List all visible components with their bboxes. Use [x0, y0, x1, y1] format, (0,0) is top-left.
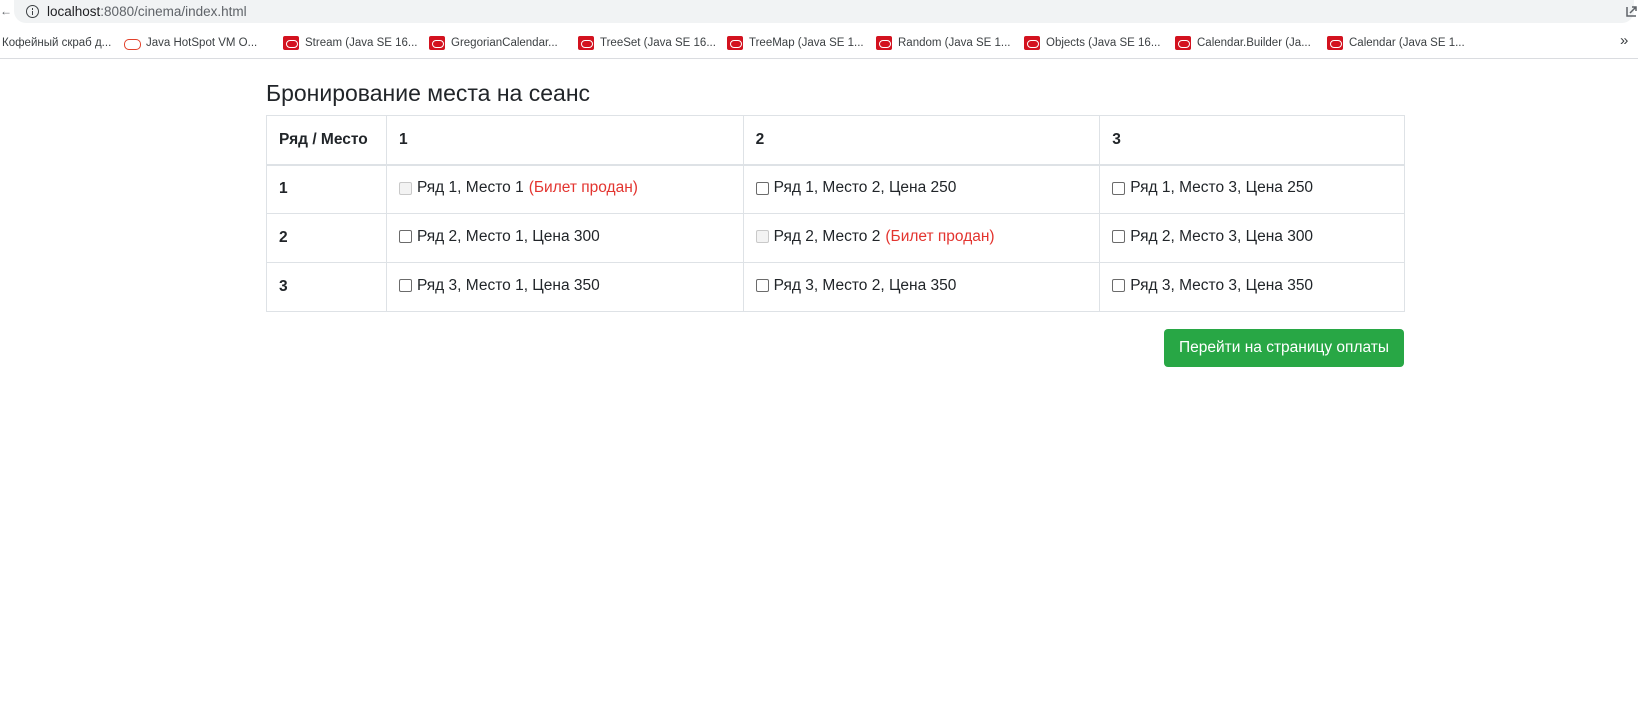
bookmark-item[interactable]: Calendar.Builder (Ja... — [1175, 34, 1311, 52]
bookmark-label: TreeMap (Java SE 1... — [749, 37, 864, 49]
seat-cell: Ряд 1, Место 2, Цена 250 — [742, 164, 1101, 214]
oracle-icon — [283, 36, 299, 50]
oracle-icon — [876, 36, 892, 50]
bookmark-item[interactable]: GregorianCalendar... — [429, 34, 558, 52]
sold-out-label: (Билет продан) — [885, 227, 995, 245]
row-number: 1 — [266, 164, 387, 214]
oracle-icon — [1175, 36, 1191, 50]
seat-table: Ряд / Место 1 2 3 1 Ряд 1, Место 1 (Билет … — [266, 115, 1405, 312]
oracle-ring-icon — [124, 36, 141, 50]
seat-row: 1 Ряд 1, Место 1 (Билет продан) Ряд 1, Мест… — [266, 164, 1405, 214]
seat-option: Ряд 1, Место 1 (Билет продан) — [398, 179, 638, 197]
corner-header: Ряд / Место — [266, 115, 387, 166]
bookmark-label: Random (Java SE 1... — [898, 37, 1011, 49]
seat-option: Ряд 2, Место 2 (Билет продан) — [755, 227, 995, 246]
seat-label: Ряд 1, Место 1 — [416, 179, 524, 196]
row-number: 2 — [266, 213, 387, 263]
seat-label: Ряд 2, Место 3, Цена 300 — [1130, 227, 1314, 245]
url-text[interactable]: localhost:8080/cinema/index.html — [47, 4, 247, 19]
seat-cell: Ряд 2, Место 1, Цена 300 — [385, 213, 744, 263]
seat-option[interactable]: Ряд 3, Место 3, Цена 350 — [1112, 277, 1313, 295]
site-info-icon[interactable] — [26, 5, 39, 18]
oracle-icon — [1327, 36, 1343, 50]
seat-cell: Ряд 3, Место 1, Цена 350 — [385, 262, 744, 312]
bookmark-label: Stream (Java SE 16... — [305, 37, 418, 49]
share-icon[interactable] — [1624, 4, 1638, 18]
seat-column-header: 2 — [742, 115, 1101, 166]
seat-checkbox[interactable] — [1112, 181, 1126, 195]
seat-checkbox-disabled — [755, 230, 769, 244]
bookmarks-bar: Кофейный скраб д... Java HotSpot VM O...… — [0, 26, 1638, 59]
seat-cell: Ряд 3, Место 2, Цена 350 — [742, 262, 1101, 312]
bookmark-item[interactable]: Кофейный скраб д... — [2, 34, 111, 52]
bookmark-label: Кофейный скраб д... — [2, 37, 112, 49]
bookmark-label: TreeSet (Java SE 16... — [600, 37, 716, 49]
seat-cell: Ряд 1, Место 1 (Билет продан) — [385, 164, 744, 214]
bookmark-item[interactable]: TreeSet (Java SE 16... — [578, 34, 716, 52]
bookmarks-more-icon[interactable]: » — [1620, 32, 1628, 49]
seat-option[interactable]: Ряд 3, Место 1, Цена 350 — [398, 276, 600, 295]
bookmark-item[interactable]: Java HotSpot VM O... — [124, 34, 257, 52]
seat-option[interactable]: Ряд 2, Место 3, Цена 300 — [1112, 228, 1313, 246]
page-title: Бронирование места на сеанс — [266, 80, 591, 106]
bookmark-item[interactable]: TreeMap (Java SE 1... — [727, 34, 864, 52]
seat-row: 3 Ряд 3, Место 1, Цена 350 Ряд 3, Место 2,… — [266, 262, 1405, 312]
seat-label: Ряд 2, Место 2 — [773, 227, 881, 245]
seat-cell: Ряд 1, Место 3, Цена 250 — [1099, 164, 1405, 214]
seat-checkbox[interactable] — [755, 181, 769, 195]
seat-column-header: 3 — [1099, 115, 1405, 166]
oracle-icon — [578, 36, 594, 50]
url-host: localhost — [47, 4, 101, 19]
seat-option[interactable]: Ряд 3, Место 2, Цена 350 — [755, 276, 957, 295]
url-path: :8080/cinema/index.html — [100, 4, 247, 19]
seat-checkbox[interactable] — [1112, 279, 1126, 293]
seat-checkbox[interactable] — [755, 279, 769, 293]
bookmark-label: Calendar (Java SE 1... — [1349, 37, 1465, 49]
seat-label: Ряд 3, Место 1, Цена 350 — [416, 276, 600, 294]
seat-table-body: 1 Ряд 1, Место 1 (Билет продан) Ряд 1, Мест… — [266, 164, 1405, 312]
seat-column-header: 1 — [385, 115, 744, 166]
bookmark-label: GregorianCalendar... — [451, 37, 558, 49]
seat-label: Ряд 1, Место 2, Цена 250 — [773, 179, 957, 196]
seat-option[interactable]: Ряд 1, Место 3, Цена 250 — [1112, 179, 1313, 197]
bookmark-label: Calendar.Builder (Ja... — [1197, 37, 1311, 49]
seat-label: Ряд 2, Место 1, Цена 300 — [416, 227, 600, 245]
oracle-icon — [727, 36, 743, 50]
seat-label: Ряд 1, Место 3, Цена 250 — [1130, 179, 1314, 196]
bookmark-label: Objects (Java SE 16... — [1046, 37, 1161, 49]
go-to-payment-button[interactable]: Перейти на страницу оплаты — [1164, 329, 1404, 367]
oracle-icon — [1024, 36, 1040, 50]
bookmark-label: Java HotSpot VM O... — [146, 37, 258, 49]
row-number: 3 — [266, 262, 387, 312]
seat-checkbox[interactable] — [398, 279, 412, 293]
seat-checkbox[interactable] — [398, 230, 412, 244]
seat-table-header: Ряд / Место 1 2 3 — [266, 115, 1405, 166]
seat-cell: Ряд 3, Место 3, Цена 350 — [1099, 262, 1405, 312]
back-arrow-icon[interactable]: ← — [0, 4, 12, 18]
oracle-icon — [429, 36, 445, 50]
bookmark-item[interactable]: Random (Java SE 1... — [876, 34, 1011, 52]
seat-cell: Ряд 2, Место 2 (Билет продан) — [742, 213, 1101, 263]
url-omnibox[interactable] — [14, 0, 1634, 23]
bookmark-item[interactable]: Stream (Java SE 16... — [283, 34, 418, 52]
seat-option[interactable]: Ряд 2, Место 1, Цена 300 — [398, 227, 600, 246]
bookmark-item[interactable]: Objects (Java SE 16... — [1024, 34, 1160, 52]
seat-option[interactable]: Ряд 1, Место 2, Цена 250 — [755, 179, 957, 197]
browser-address-bar: ← localhost:8080/cinema/index.html — [0, 0, 1638, 24]
seat-label: Ряд 3, Место 2, Цена 350 — [773, 276, 957, 294]
seat-row: 2 Ряд 2, Место 1, Цена 300 Ряд 2, Место 2(… — [266, 213, 1405, 263]
sold-out-label: (Билет продан) — [528, 179, 638, 196]
seat-cell: Ряд 2, Место 3, Цена 300 — [1099, 213, 1405, 263]
seat-checkbox-disabled — [398, 181, 412, 195]
seat-checkbox[interactable] — [1112, 230, 1126, 244]
bookmark-item[interactable]: Calendar (Java SE 1... — [1327, 34, 1465, 52]
seat-label: Ряд 3, Место 3, Цена 350 — [1130, 276, 1314, 294]
